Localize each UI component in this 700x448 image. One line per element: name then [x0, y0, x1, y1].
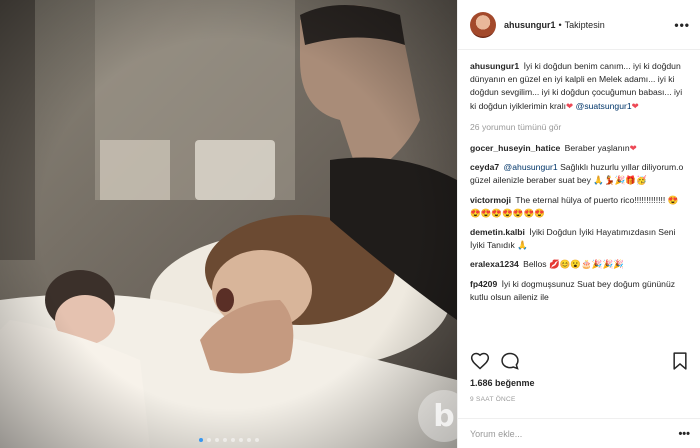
comment-username[interactable]: demetin.kalbi [470, 227, 525, 237]
post-header: ahusungur1 • Takiptesin ••• [458, 0, 700, 50]
caption-username[interactable]: ahusungur1 [470, 61, 519, 71]
view-all-comments-link[interactable]: 26 yorumun tümünü gör [470, 121, 688, 134]
comment-emoji: 💋😊😮🎂🎉🎉🎉 [548, 259, 624, 270]
carousel-dot[interactable] [198, 438, 203, 442]
heart-icon[interactable] [470, 351, 490, 371]
more-options-icon[interactable]: ••• [678, 428, 690, 440]
carousel-indicator [0, 438, 457, 442]
carousel-dot[interactable] [230, 438, 235, 442]
more-options-icon[interactable]: ••• [674, 18, 690, 32]
comment-username[interactable]: ceyda7 [470, 162, 499, 172]
comment-emoji: ❤ [629, 143, 637, 154]
watermark-letter: b [433, 398, 455, 434]
comment-text: The eternal hülya of puerto rico!!!!!!!!… [515, 194, 666, 205]
comment-text: Bellos [523, 259, 547, 270]
carousel-dot[interactable] [238, 438, 243, 442]
comment-emoji: 🙏 [517, 240, 528, 251]
carousel-dot[interactable] [246, 438, 251, 442]
carousel-dot[interactable] [214, 438, 219, 442]
comment-item: eralexa1234 Bellos 💋😊😮🎂🎉🎉🎉 [470, 258, 688, 271]
post-timestamp: 9 SAAT ÖNCE [470, 396, 516, 403]
comment-username[interactable]: victormoji [470, 195, 511, 205]
comment-emoji: 🙏💃🎉🎁🥳 [593, 175, 647, 186]
likes-count[interactable]: 1.686 beğenme [470, 378, 535, 388]
photo-illustration [0, 0, 457, 448]
avatar[interactable] [470, 11, 496, 38]
post-side-panel: ahusungur1 • Takiptesin ••• ahusungur1 İ… [457, 0, 700, 448]
post-actions [470, 350, 690, 372]
separator-dot: • [558, 19, 562, 30]
comment-item: gocer_huseyin_hatice Beraber yaşlanın❤ [470, 142, 688, 155]
comment-mention[interactable]: @ahusungur1 [504, 162, 558, 172]
caption-mention[interactable]: @suatsungur1 [576, 101, 632, 111]
comment-text: Beraber yaşlanın [564, 143, 630, 154]
carousel-dot[interactable] [254, 438, 259, 442]
caption-emoji-end: ❤ [631, 100, 639, 111]
bookmark-icon[interactable] [670, 351, 690, 371]
comment-username[interactable]: eralexa1234 [470, 259, 519, 269]
instagram-post: b ahusungur1 • Takiptesin ••• ahusungur1… [0, 0, 700, 448]
carousel-dot[interactable] [206, 438, 211, 442]
comment-item: victormoji The eternal hülya of puerto r… [470, 194, 688, 220]
add-comment-bar: ••• [458, 418, 700, 448]
comments-list[interactable]: ahusungur1 İyi ki doğdun benim canım... … [458, 50, 700, 353]
comment-username[interactable]: fp4209 [470, 279, 497, 289]
follow-status[interactable]: Takiptesin [565, 20, 605, 30]
carousel-dot[interactable] [222, 438, 227, 442]
comment-item: demetin.kalbi İyiki Doğdun İyiki Hayatım… [470, 226, 688, 252]
add-comment-input[interactable] [470, 428, 679, 439]
comment-item: fp4209 İyi ki dogmuşsunuz Suat bey doğum… [470, 278, 688, 304]
comment-text: İyi ki dogmuşsunuz Suat bey doğum gününü… [470, 278, 676, 302]
post-photo[interactable]: b [0, 0, 457, 448]
comment-text: Sağlıklı huzurlu yıllar diliyorum.o güze… [470, 162, 684, 186]
username-link[interactable]: ahusungur1 [504, 20, 556, 30]
comment-item: ceyda7 @ahusungur1 Sağlıklı huzurlu yıll… [470, 161, 688, 187]
comment-username[interactable]: gocer_huseyin_hatice [470, 143, 560, 153]
post-caption: ahusungur1 İyi ki doğdun benim canım... … [470, 60, 688, 113]
comment-icon[interactable] [500, 351, 520, 371]
caption-emoji: ❤ [566, 100, 574, 111]
